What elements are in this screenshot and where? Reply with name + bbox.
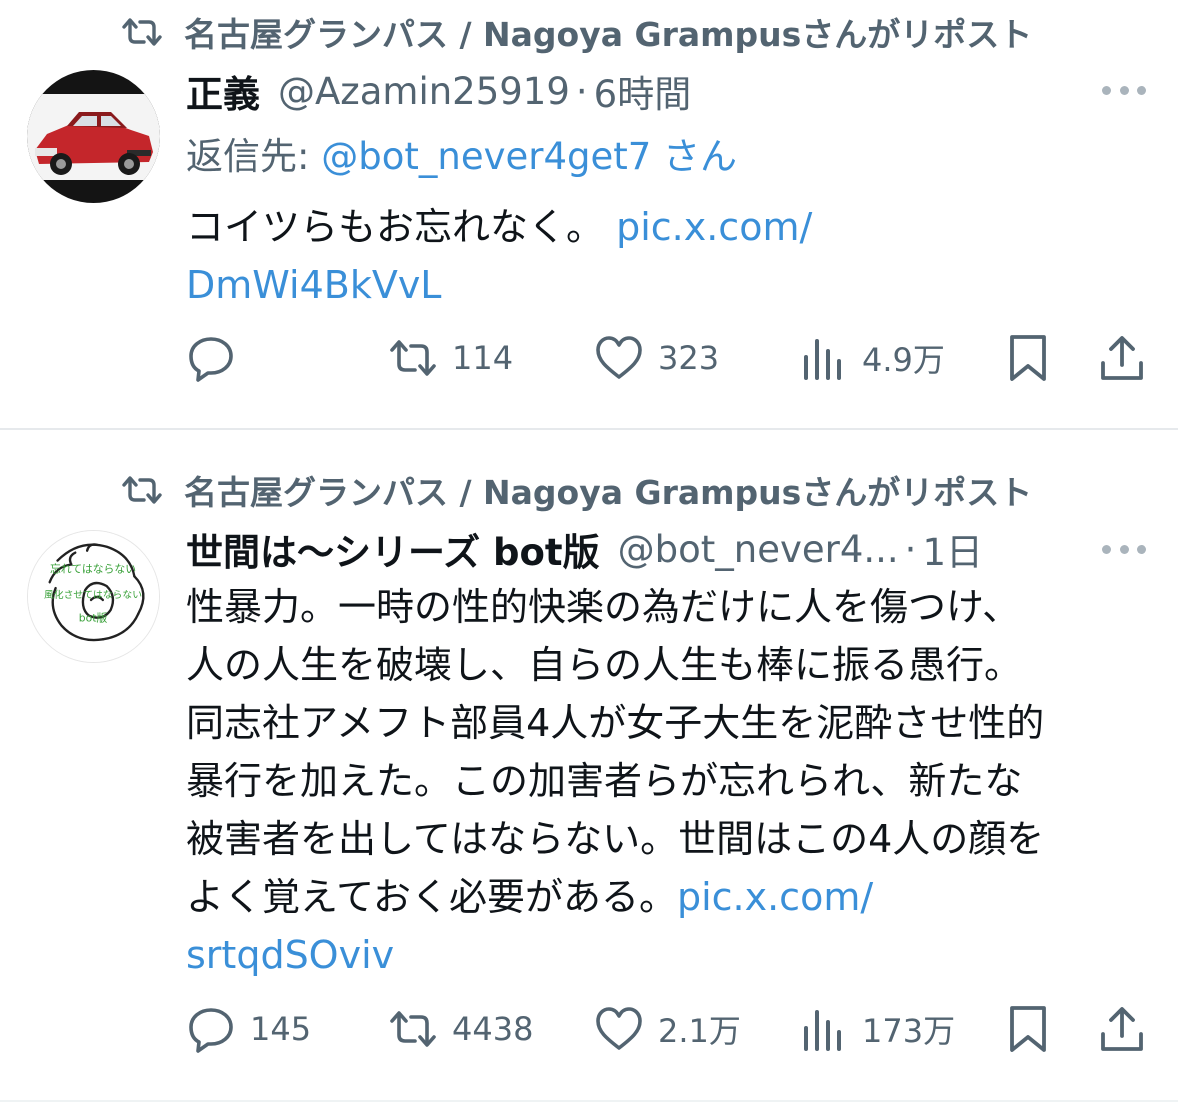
tweet-text: 性暴力。一時の性的快楽の為だけに人を傷つけ、 人の人生を破壊し、自らの人生も棒に… [186, 578, 1044, 984]
repost-count: 4438 [452, 1010, 534, 1048]
timestamp[interactable]: 1日 [922, 522, 983, 576]
heart-icon [596, 336, 642, 379]
media-link[interactable]: pic.x.com/ [677, 875, 873, 919]
tweet-text-line: よく覚えておく必要がある。 [186, 875, 677, 919]
avatar-text-line: bot版 [79, 611, 108, 625]
repost-button[interactable]: 4438 [388, 1004, 533, 1054]
tweet-text: コイツらもお忘れなく。 pic.x.com/ DmWi4BkVvL [186, 198, 812, 314]
more-icon[interactable] [1102, 80, 1146, 100]
tweet-text-line: 性暴力。一時の性的快楽の為だけに人を傷つけ、 [186, 585, 1021, 629]
views-icon [804, 1010, 841, 1051]
more-icon[interactable] [1102, 539, 1146, 559]
reply-handle-link[interactable]: @bot_never4get7 [321, 135, 651, 178]
repost-icon [390, 340, 436, 376]
tweet-text-line: 被害者を出してはならない。世間はこの4人の顔を [186, 817, 1045, 861]
like-count: 323 [658, 339, 720, 377]
tweet-header: 世間は〜シリーズ bot版 @bot_never4... · 1日 [186, 522, 983, 576]
media-link-continued[interactable]: DmWi4BkVvL [186, 256, 812, 314]
avatar-text-line: 忘れてはならない [50, 561, 136, 575]
avatar[interactable]: 忘れてはならない 風化させてはならない bot版 [27, 530, 160, 663]
action-bar: 145 4438 2.1万 173万 [0, 1004, 1178, 1064]
view-count: 173万 [862, 1012, 956, 1050]
views-icon [804, 339, 841, 380]
view-count: 4.9万 [862, 341, 945, 379]
views-button[interactable]: 173万 [798, 1004, 955, 1054]
reply-icon [189, 337, 233, 382]
reply-icon [189, 1008, 233, 1053]
like-button[interactable]: 2.1万 [594, 1004, 741, 1054]
reply-suffix[interactable]: さん [651, 135, 737, 178]
media-link-continued[interactable]: srtqdSOviv [186, 926, 1044, 984]
repost-button[interactable]: 114 [388, 333, 513, 383]
timestamp[interactable]: 6時間 [594, 64, 692, 118]
repost-icon [120, 15, 164, 49]
repost-icon [120, 473, 164, 507]
heart-icon [596, 1007, 642, 1050]
avatar-text-line: 風化させてはならない [44, 588, 142, 601]
repost-attribution-text: 名古屋グランパス / Nagoya Grampusさんがリポスト [184, 473, 1033, 512]
reply-button[interactable] [186, 333, 250, 383]
like-button[interactable]: 323 [594, 333, 719, 383]
share-button[interactable] [1097, 333, 1147, 383]
reply-count: 145 [250, 1010, 312, 1048]
bookmark-icon [1010, 1006, 1046, 1052]
separator-dot: · [904, 527, 917, 571]
share-icon [1101, 336, 1143, 380]
tweet-text-line: 暴行を加えた。この加害者らが忘れられ、新たな [186, 759, 1023, 803]
tweet-header: 正義 @Azamin25919 · 6時間 [186, 64, 692, 118]
reply-button[interactable]: 145 [186, 1004, 311, 1054]
reply-context: 返信先: @bot_never4get7 さん [186, 126, 737, 180]
repost-attribution-text: 名古屋グランパス / Nagoya Grampusさんがリポスト [184, 15, 1033, 54]
tweet-1[interactable]: 名古屋グランパス / Nagoya Grampusさんがリポスト 正義 @Aza… [0, 0, 1178, 428]
tweet-text-line: 人の人生を破壊し、自らの人生も棒に振る愚行。 [186, 643, 1023, 687]
bookmark-icon [1010, 335, 1046, 381]
avatar[interactable] [27, 70, 160, 203]
display-name[interactable]: 正義 [186, 64, 260, 118]
share-button[interactable] [1097, 1004, 1147, 1054]
repost-attribution[interactable]: 名古屋グランパス / Nagoya Grampusさんがリポスト [120, 470, 1032, 512]
repost-icon [390, 1011, 436, 1047]
separator-dot: · [575, 69, 588, 113]
like-count: 2.1万 [658, 1012, 741, 1050]
action-bar: 114 323 4.9万 [0, 333, 1178, 393]
repost-count: 114 [452, 339, 514, 377]
tweet-text-line: コイツらもお忘れなく。 [186, 205, 617, 249]
tweet-text-line: 同志社アメフト部員4人が女子大生を泥酔させ性的 [186, 701, 1045, 745]
bookmark-button[interactable] [1003, 333, 1053, 383]
media-link[interactable]: pic.x.com/ [616, 205, 812, 249]
reply-prefix: 返信先: [186, 135, 322, 178]
views-button[interactable]: 4.9万 [798, 333, 945, 383]
bookmark-button[interactable] [1003, 1004, 1053, 1054]
repost-attribution[interactable]: 名古屋グランパス / Nagoya Grampusさんがリポスト [120, 12, 1032, 54]
share-icon [1101, 1007, 1143, 1051]
tweet-2[interactable]: 名古屋グランパス / Nagoya Grampusさんがリポスト 忘れてはならな… [0, 430, 1178, 1111]
tweet-divider [0, 1100, 1178, 1102]
user-handle[interactable]: @Azamin25919 [278, 70, 570, 113]
user-handle[interactable]: @bot_never4... [618, 528, 899, 571]
display-name[interactable]: 世間は〜シリーズ bot版 [186, 522, 600, 576]
